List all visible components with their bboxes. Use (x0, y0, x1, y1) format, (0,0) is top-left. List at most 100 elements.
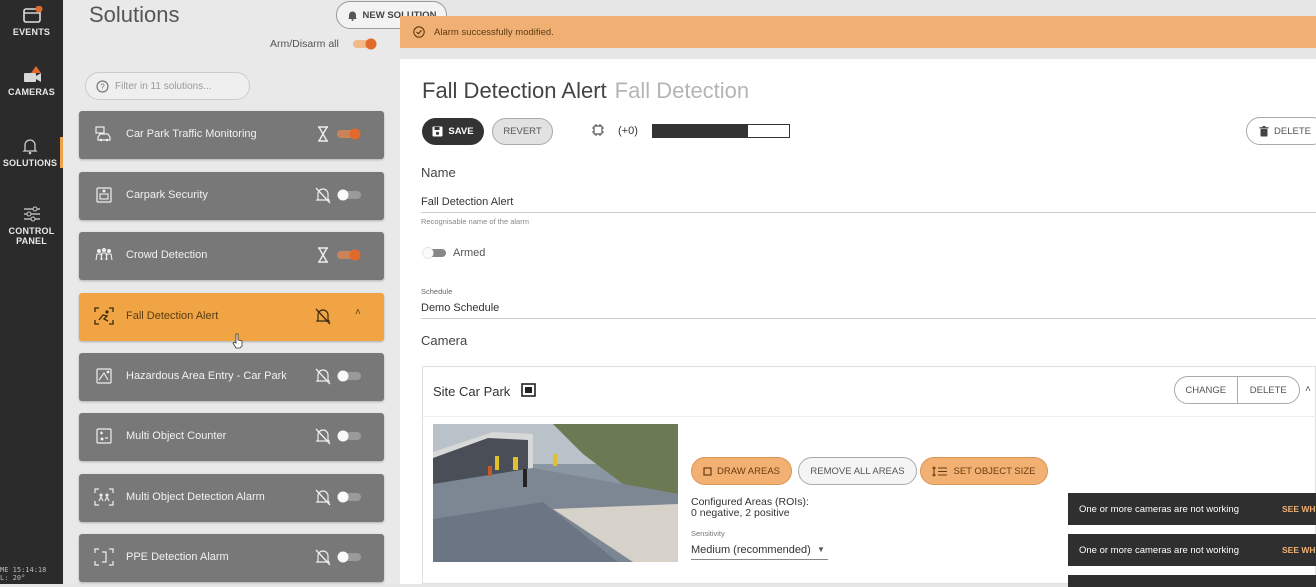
solution-card-crowd-detection[interactable]: Crowd Detection (79, 232, 384, 280)
solution-card-multi-object-detection[interactable]: Multi Object Detection Alarm (79, 474, 384, 522)
see-why-link[interactable]: SEE WHY (1282, 504, 1316, 514)
check-circle-icon (413, 26, 425, 38)
save-button[interactable]: SAVE (422, 118, 484, 145)
solution-card-carpark-security[interactable]: Carpark Security (79, 172, 384, 220)
events-icon (22, 6, 42, 23)
counter-icon (96, 428, 112, 444)
solution-label: Multi Object Detection Alarm (126, 491, 265, 503)
revert-label: REVERT (503, 126, 542, 137)
toast-text: One or more cameras are not working (1079, 544, 1239, 556)
nav-events[interactable]: EVENTS (0, 6, 63, 37)
armed-toggle-on[interactable] (336, 128, 362, 140)
svg-text:?: ? (100, 82, 105, 91)
armed-toggle-off[interactable] (336, 491, 362, 503)
solutions-title: Solutions (89, 2, 180, 27)
camera-icon (23, 66, 41, 82)
sliders-icon (23, 206, 40, 222)
armed-toggle-off[interactable] (336, 430, 362, 442)
chevron-up-icon[interactable]: ˄ (1305, 384, 1311, 395)
remove-all-areas-button[interactable]: REMOVE ALL AREAS (798, 457, 917, 485)
delete-label: DELETE (1274, 125, 1311, 137)
name-hint: Recognisable name of the alarm (421, 217, 529, 226)
sensitivity-value: Medium (recommended) (691, 544, 811, 556)
chip-icon (592, 124, 604, 136)
toast-cameras-not-working: One or more cameras are not working SEE … (1068, 534, 1316, 566)
sensitivity-select[interactable]: Medium (recommended) ▼ (691, 544, 828, 560)
detail-subtitle: Fall Detection (614, 78, 750, 103)
clock-line-2: L: 20° (0, 574, 26, 582)
draw-area-icon (703, 466, 712, 476)
arm-all-label: Arm/Disarm all (270, 38, 339, 50)
remove-all-areas-label: REMOVE ALL AREAS (810, 465, 905, 477)
image-frame-icon[interactable] (521, 383, 536, 397)
armed-toggle-off[interactable] (336, 189, 362, 201)
name-heading: Name (421, 165, 456, 180)
floppy-disk-icon (432, 126, 443, 137)
camera-thumbnail[interactable] (433, 424, 678, 562)
schedule-label: Schedule (421, 287, 453, 296)
solution-card-ppe-detection[interactable]: PPE Detection Alarm (79, 534, 384, 582)
solution-card-multi-object-counter[interactable]: Multi Object Counter (79, 413, 384, 461)
name-field-underline (421, 212, 1316, 213)
filter-input[interactable]: ? Filter in 11 solutions... (85, 72, 250, 100)
armed-toggle-on[interactable] (336, 249, 362, 261)
clock-readout: ME 15:14:18 L: 20° (0, 566, 46, 582)
draw-areas-button[interactable]: DRAW AREAS (691, 457, 792, 485)
armed-label: Armed (453, 247, 486, 259)
set-object-size-button[interactable]: SET OBJECT SIZE (920, 457, 1048, 485)
configured-areas-line2: 0 negative, 2 positive (691, 507, 790, 519)
delete-camera-label: DELETE (1249, 384, 1287, 396)
bell-icon (347, 11, 357, 21)
solution-label: Multi Object Counter (126, 430, 227, 442)
draw-areas-label: DRAW AREAS (717, 465, 780, 477)
filter-placeholder: Filter in 11 solutions... (115, 80, 212, 92)
camera-actions: CHANGE DELETE (1174, 376, 1300, 404)
armed-toggle[interactable] (421, 247, 447, 259)
trash-icon (1259, 125, 1269, 136)
nav-solutions[interactable]: SOLUTIONS (0, 137, 63, 168)
hourglass-icon (318, 247, 328, 263)
change-camera-button[interactable]: CHANGE (1175, 377, 1238, 403)
toast-text: One or more cameras are not working (1079, 503, 1239, 515)
delete-button[interactable]: DELETE (1246, 117, 1316, 145)
solution-label: Fall Detection Alert (126, 310, 219, 322)
solution-card-hazardous-area[interactable]: Hazardous Area Entry - Car Park (79, 353, 384, 401)
detail-title: Fall Detection Alert (422, 78, 607, 103)
sensitivity-label: Sensitivity (691, 529, 725, 538)
solution-label: Hazardous Area Entry - Car Park (126, 370, 287, 382)
bell-off-icon (315, 187, 331, 204)
page-title: Fall Detection Alert Fall Detection (422, 78, 749, 104)
nav-solutions-label: SOLUTIONS (2, 158, 58, 168)
chevron-up-icon[interactable]: ˄ (355, 307, 361, 318)
bell-off-icon (315, 368, 331, 385)
progress-fill (653, 125, 749, 137)
nav-control-panel[interactable]: CONTROL PANEL (0, 205, 63, 246)
configured-areas-text: Configured Areas (ROIs): 0 negative, 2 p… (691, 497, 809, 519)
car-icon (95, 126, 111, 142)
arm-all-toggle[interactable] (352, 38, 378, 50)
armed-toggle-off[interactable] (336, 551, 362, 563)
solution-label: PPE Detection Alarm (126, 551, 229, 563)
change-counter: (+0) (618, 125, 638, 137)
revert-button[interactable]: REVERT (492, 118, 553, 145)
nav-cameras[interactable]: CAMERAS (0, 66, 63, 97)
camera-name: Site Car Park (433, 384, 511, 399)
save-label: SAVE (448, 126, 474, 137)
see-why-link[interactable]: SEE WHY (1282, 545, 1316, 555)
success-banner: Alarm successfully modified. (400, 16, 1316, 48)
hourglass-icon (318, 126, 328, 142)
armed-toggle-off[interactable] (336, 370, 362, 382)
hazard-area-icon (96, 368, 112, 384)
clock-line-1: ME 15:14:18 (0, 566, 47, 574)
schedule-select[interactable]: Demo Schedule (421, 302, 499, 314)
nav-control-panel-label: CONTROL PANEL (8, 226, 55, 246)
solution-card-car-park-traffic[interactable]: Car Park Traffic Monitoring (79, 111, 384, 159)
multi-detect-icon (94, 488, 114, 506)
resize-lines-icon (932, 465, 948, 477)
ppe-icon (94, 548, 114, 566)
delete-camera-button[interactable]: DELETE (1238, 377, 1300, 403)
name-field[interactable]: Fall Detection Alert (421, 196, 513, 208)
bell-icon (22, 139, 38, 155)
progress-bar (652, 124, 790, 138)
change-camera-label: CHANGE (1185, 384, 1227, 396)
